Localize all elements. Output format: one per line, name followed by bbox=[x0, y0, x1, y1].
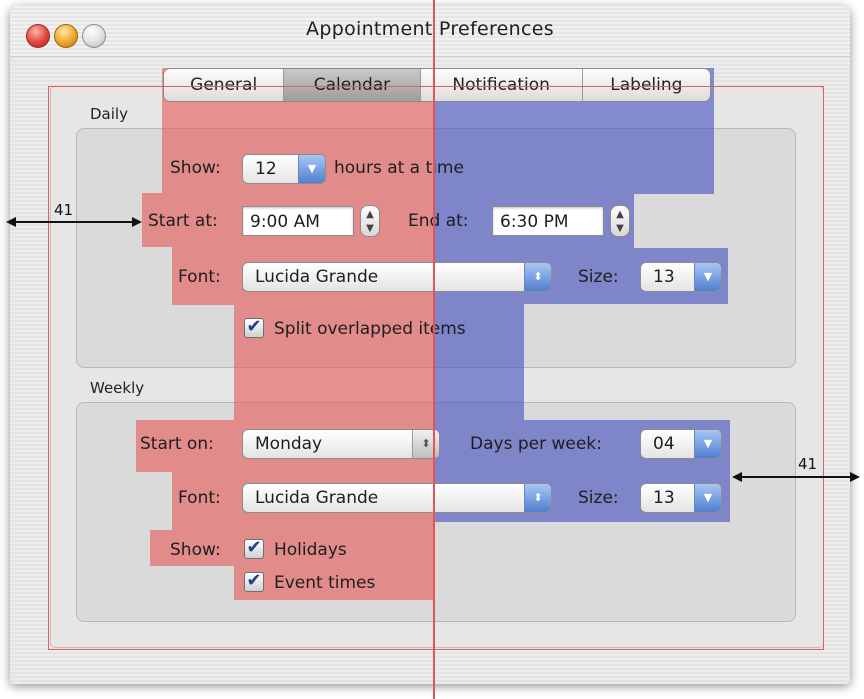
right-margin-measure-line bbox=[740, 476, 852, 478]
title-bar: Appointment Preferences bbox=[10, 6, 850, 57]
left-margin-measure-line bbox=[14, 221, 134, 223]
left-margin-measure-label: 41 bbox=[54, 201, 74, 219]
margin-guide-rect bbox=[48, 86, 824, 650]
arrowhead-right-icon bbox=[132, 217, 142, 227]
arrowhead-right-icon bbox=[850, 472, 860, 482]
right-margin-measure-label: 41 bbox=[798, 455, 818, 473]
window-title: Appointment Preferences bbox=[306, 18, 554, 40]
